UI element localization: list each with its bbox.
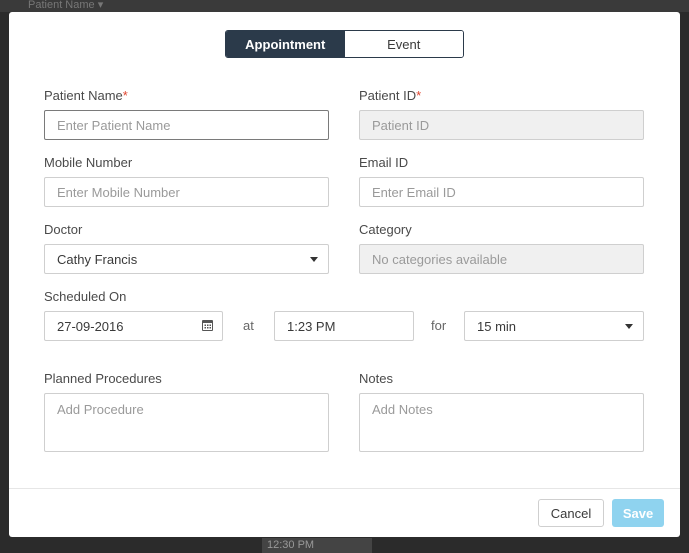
background-header-text: Patient Name ▾ xyxy=(28,0,104,11)
doctor-label: Doctor xyxy=(44,222,83,237)
calendar-icon[interactable] xyxy=(202,320,213,331)
planned-procedures-label: Planned Procedures xyxy=(44,371,162,386)
tab-appointment[interactable]: Appointment xyxy=(226,31,345,57)
category-select: No categories available xyxy=(359,244,644,274)
chevron-down-icon xyxy=(310,257,318,262)
date-picker[interactable]: 27-09-2016 xyxy=(44,311,223,341)
patient-name-input[interactable] xyxy=(44,110,329,140)
time-input[interactable]: 1:23 PM xyxy=(274,311,414,341)
date-value: 27-09-2016 xyxy=(57,318,124,334)
duration-select[interactable]: 15 min xyxy=(464,311,644,341)
email-id-label: Email ID xyxy=(359,155,409,170)
category-select-value: No categories available xyxy=(372,251,508,267)
tab-event[interactable]: Event xyxy=(344,31,463,57)
chevron-down-icon xyxy=(625,324,633,329)
scheduled-on-label: Scheduled On xyxy=(44,289,127,304)
duration-value: 15 min xyxy=(477,318,517,334)
patient-id-label: Patient ID* xyxy=(359,88,421,103)
background-time-slot: 12:30 PM xyxy=(262,538,372,553)
mobile-number-label: Mobile Number xyxy=(44,155,133,170)
footer-divider xyxy=(9,488,680,489)
notes-input[interactable] xyxy=(359,393,644,452)
required-marker: * xyxy=(416,88,422,103)
category-label: Category xyxy=(359,222,412,237)
for-label: for xyxy=(431,318,447,333)
required-marker: * xyxy=(122,88,128,103)
patient-id-input xyxy=(359,110,644,140)
mobile-number-input[interactable] xyxy=(44,177,329,207)
patient-name-label-text: Patient Name xyxy=(44,88,123,103)
cancel-button[interactable]: Cancel xyxy=(538,499,604,527)
type-toggle: Appointment Event xyxy=(225,30,464,58)
email-id-input[interactable] xyxy=(359,177,644,207)
notes-label: Notes xyxy=(359,371,393,386)
background-header xyxy=(0,0,689,12)
doctor-select[interactable]: Cathy Francis xyxy=(44,244,329,274)
save-button[interactable]: Save xyxy=(612,499,664,527)
patient-name-label: Patient Name* xyxy=(44,88,128,103)
doctor-select-value: Cathy Francis xyxy=(57,251,138,267)
time-value: 1:23 PM xyxy=(287,318,336,334)
at-label: at xyxy=(243,318,254,333)
appointment-modal: Appointment Event Patient Name* Patient … xyxy=(9,12,680,537)
planned-procedures-input[interactable] xyxy=(44,393,329,452)
patient-id-label-text: Patient ID xyxy=(359,88,417,103)
